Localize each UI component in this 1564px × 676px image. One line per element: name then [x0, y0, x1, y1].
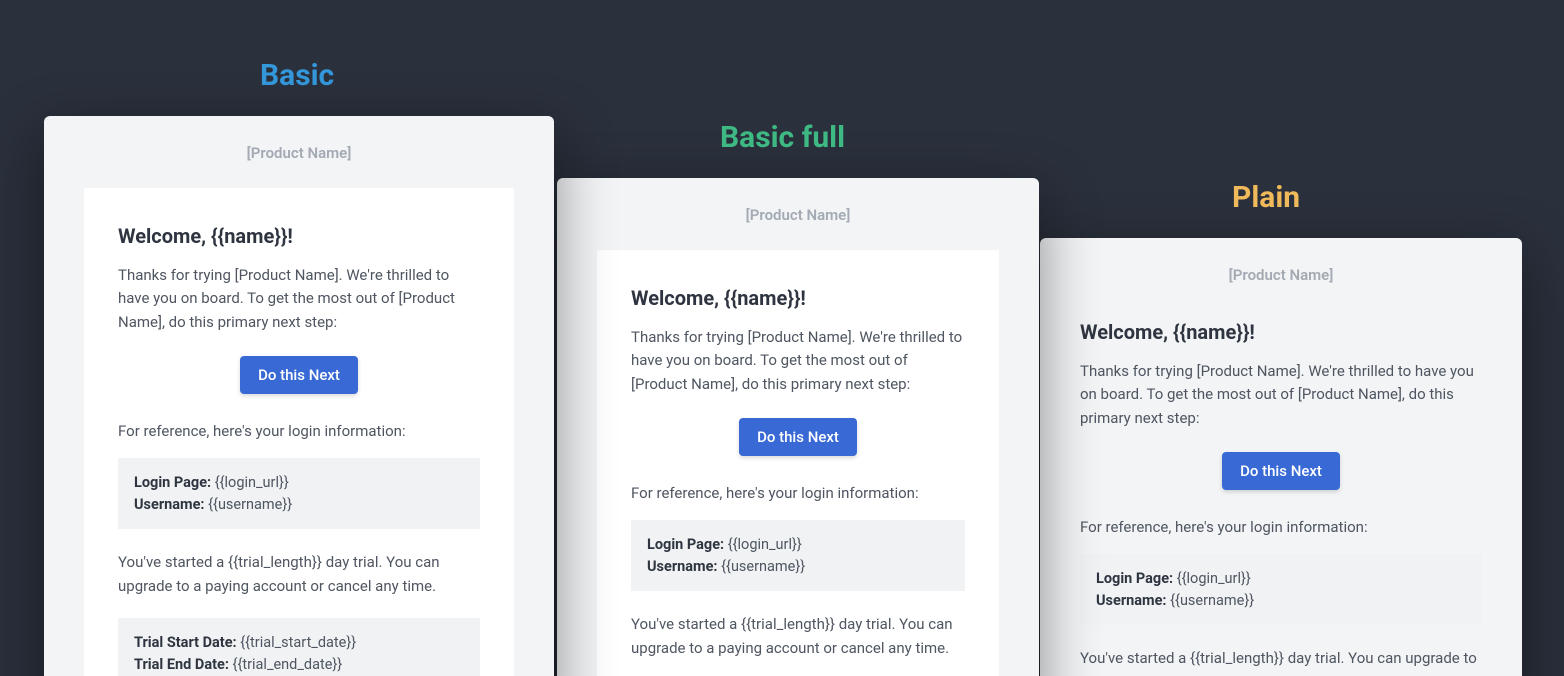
cta-button[interactable]: Do this Next	[739, 418, 857, 456]
username-value: {{username}}	[721, 558, 805, 575]
template-label-plain: Plain	[1232, 180, 1300, 215]
template-card-basic: [Product Name] Welcome, {{name}}! Thanks…	[44, 116, 554, 676]
template-card-plain: [Product Name] Welcome, {{name}}! Thanks…	[1040, 238, 1522, 676]
trial-text: You've started a {{trial_length}} day tr…	[631, 613, 965, 660]
login-page-value: {{login_url}}	[728, 536, 802, 553]
product-name: [Product Name]	[44, 144, 554, 162]
cta-button[interactable]: Do this Next	[1222, 452, 1340, 490]
login-page-value: {{login_url}}	[1177, 570, 1251, 587]
login-info-box: Login Page: {{login_url}} Username: {{us…	[118, 458, 480, 530]
login-page-label: Login Page:	[647, 536, 724, 553]
intro-text: Thanks for trying [Product Name]. We're …	[118, 264, 480, 334]
login-page-label: Login Page:	[134, 474, 211, 491]
reference-text: For reference, here's your login informa…	[118, 422, 480, 440]
email-body: Welcome, {{name}}! Thanks for trying [Pr…	[597, 250, 999, 676]
login-info-box: Login Page: {{login_url}} Username: {{us…	[631, 520, 965, 592]
template-label-basic: Basic	[260, 58, 334, 93]
reference-text: For reference, here's your login informa…	[631, 484, 965, 502]
welcome-heading: Welcome, {{name}}!	[1080, 320, 1482, 344]
trial-start-value: {{trial_start_date}}	[240, 634, 356, 651]
username-label: Username:	[1096, 592, 1167, 609]
template-card-basicfull: [Product Name] Welcome, {{name}}! Thanks…	[557, 178, 1039, 676]
login-page-value: {{login_url}}	[215, 474, 289, 491]
trial-start-label: Trial Start Date:	[134, 634, 237, 651]
intro-text: Thanks for trying [Product Name]. We're …	[1080, 360, 1482, 430]
intro-text: Thanks for trying [Product Name]. We're …	[631, 326, 965, 396]
welcome-heading: Welcome, {{name}}!	[631, 286, 965, 310]
username-label: Username:	[134, 496, 205, 513]
email-body: Welcome, {{name}}! Thanks for trying [Pr…	[1040, 320, 1522, 676]
trial-info-box: Trial Start Date: {{trial_start_date}} T…	[118, 618, 480, 676]
username-label: Username:	[647, 558, 718, 575]
cta-button[interactable]: Do this Next	[240, 356, 358, 394]
trial-end-value: {{trial_end_date}}	[233, 656, 343, 673]
email-body: Welcome, {{name}}! Thanks for trying [Pr…	[84, 188, 514, 676]
login-info-box: Login Page: {{login_url}} Username: {{us…	[1080, 554, 1482, 626]
template-label-basicfull: Basic full	[720, 120, 845, 155]
product-name: [Product Name]	[557, 206, 1039, 224]
username-value: {{username}}	[208, 496, 292, 513]
reference-text: For reference, here's your login informa…	[1080, 518, 1482, 536]
login-page-label: Login Page:	[1096, 570, 1173, 587]
welcome-heading: Welcome, {{name}}!	[118, 224, 480, 248]
trial-text: You've started a {{trial_length}} day tr…	[1080, 647, 1482, 676]
trial-text: You've started a {{trial_length}} day tr…	[118, 551, 480, 598]
product-name: [Product Name]	[1040, 266, 1522, 284]
username-value: {{username}}	[1170, 592, 1254, 609]
trial-end-label: Trial End Date:	[134, 656, 229, 673]
